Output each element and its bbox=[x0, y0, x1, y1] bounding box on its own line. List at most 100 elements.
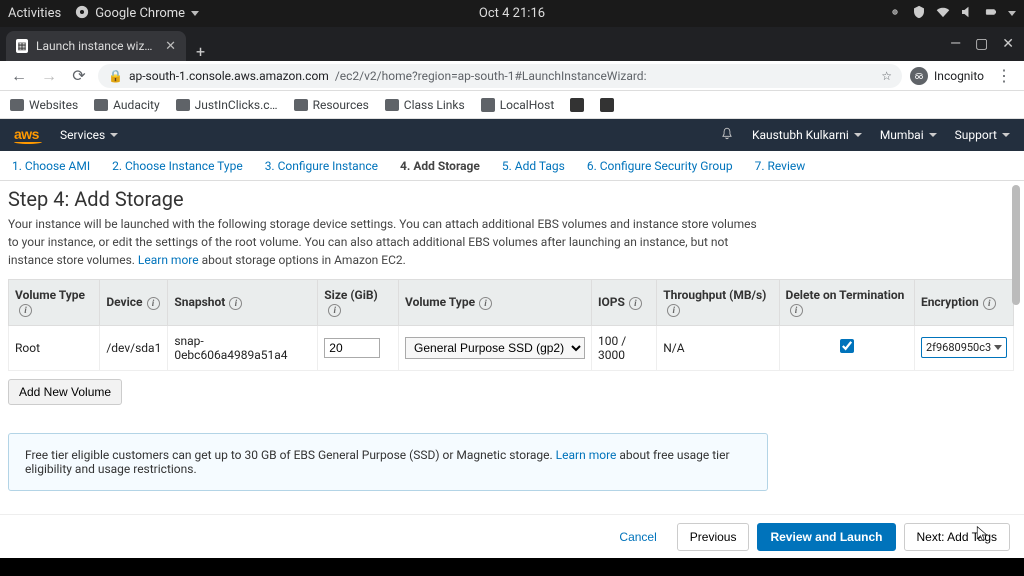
browser-menu-button[interactable]: ⋮ bbox=[992, 66, 1016, 85]
aws-logo[interactable]: aws bbox=[14, 127, 42, 144]
region-label: Mumbai bbox=[880, 128, 924, 142]
col-size: Size (GiB)i bbox=[318, 280, 399, 326]
volume-icon[interactable] bbox=[960, 5, 974, 23]
page-description: Your instance will be launched with the … bbox=[8, 215, 768, 269]
app-menu[interactable]: Google Chrome bbox=[75, 5, 199, 23]
tab-title: Launch instance wizard | E bbox=[36, 39, 157, 53]
previous-button[interactable]: Previous bbox=[677, 523, 750, 551]
folder-icon bbox=[294, 99, 308, 111]
wifi-icon[interactable] bbox=[936, 5, 950, 23]
bookmark-item[interactable]: Audacity bbox=[94, 98, 159, 112]
bookmark-item[interactable]: Resources bbox=[294, 98, 369, 112]
tab-close-icon[interactable]: ✕ bbox=[165, 39, 176, 54]
info-icon[interactable]: i bbox=[229, 297, 242, 310]
col-volume-type2: Volume Typei bbox=[399, 280, 592, 326]
folder-icon bbox=[94, 99, 108, 111]
info-icon[interactable]: i bbox=[983, 297, 996, 310]
support-label: Support bbox=[955, 128, 997, 142]
free-tier-notice: Free tier eligible customers can get up … bbox=[8, 433, 768, 491]
info-icon[interactable]: i bbox=[19, 304, 32, 317]
scrollbar[interactable] bbox=[1012, 181, 1022, 558]
url-host: ap-south-1.console.aws.amazon.com bbox=[129, 69, 329, 83]
aws-top-nav: aws Services Kaustubh Kulkarni Mumbai Su… bbox=[0, 119, 1024, 151]
bookmark-item[interactable]: LocalHost bbox=[481, 98, 555, 112]
col-iops: IOPSi bbox=[592, 280, 657, 326]
privacy-icon[interactable] bbox=[888, 5, 902, 23]
wizard-step-3[interactable]: 3. Configure Instance bbox=[265, 159, 378, 173]
browser-toolbar: ← → ⟳ 🔒 ap-south-1.console.aws.amazon.co… bbox=[0, 61, 1024, 91]
window-minimize-button[interactable]: — bbox=[950, 36, 961, 52]
scrollbar-thumb[interactable] bbox=[1012, 185, 1020, 305]
account-menu[interactable]: Kaustubh Kulkarni bbox=[752, 128, 862, 142]
url-path: /ec2/v2/home?region=ap-south-1#LaunchIns… bbox=[335, 69, 647, 83]
col-delete-on-term: Delete on Terminationi bbox=[779, 280, 914, 326]
wizard-step-5[interactable]: 5. Add Tags bbox=[502, 159, 565, 173]
info-icon[interactable]: i bbox=[328, 304, 341, 317]
bookmark-item[interactable]: Class Links bbox=[385, 98, 465, 112]
site-icon bbox=[570, 98, 584, 112]
info-icon[interactable]: i bbox=[629, 297, 642, 310]
cell-snapshot: snap-0ebc606a4989a51a4 bbox=[168, 325, 318, 370]
delete-on-term-checkbox[interactable] bbox=[840, 339, 854, 353]
url-bar[interactable]: 🔒 ap-south-1.console.aws.amazon.com/ec2/… bbox=[98, 64, 902, 88]
chevron-down-icon bbox=[854, 133, 862, 137]
wizard-tabs: 1. Choose AMI 2. Choose Instance Type 3.… bbox=[0, 151, 1024, 181]
wizard-step-7[interactable]: 7. Review bbox=[755, 159, 806, 173]
storage-table: Volume Typei Devicei Snapshoti Size (GiB… bbox=[8, 279, 1014, 371]
volume-type-select[interactable]: General Purpose SSD (gp2) bbox=[405, 337, 585, 359]
battery-icon[interactable] bbox=[984, 5, 998, 23]
folder-icon bbox=[385, 99, 399, 111]
user-label: Kaustubh Kulkarni bbox=[752, 128, 849, 142]
bookmark-item[interactable] bbox=[570, 98, 584, 112]
learn-more-link[interactable]: Learn more bbox=[138, 253, 199, 267]
wizard-step-2[interactable]: 2. Choose Instance Type bbox=[112, 159, 243, 173]
activities-button[interactable]: Activities bbox=[8, 6, 61, 21]
wizard-content: Step 4: Add Storage Your instance will b… bbox=[0, 181, 1024, 558]
forward-button[interactable]: → bbox=[38, 66, 60, 86]
clock[interactable]: Oct 4 21:16 bbox=[479, 6, 545, 21]
add-volume-button[interactable]: Add New Volume bbox=[8, 379, 122, 405]
notifications-button[interactable] bbox=[720, 127, 734, 144]
next-button[interactable]: Next: Add Tags bbox=[904, 523, 1011, 551]
shield-icon[interactable] bbox=[912, 5, 926, 23]
window-close-button[interactable]: ✕ bbox=[1002, 36, 1014, 52]
incognito-icon bbox=[910, 67, 928, 85]
info-icon[interactable]: i bbox=[667, 304, 680, 317]
wizard-footer: Cancel Previous Review and Launch Next: … bbox=[0, 514, 1024, 558]
incognito-indicator[interactable]: Incognito bbox=[910, 67, 984, 85]
wizard-step-6[interactable]: 6. Configure Security Group bbox=[587, 159, 733, 173]
size-input[interactable] bbox=[324, 338, 380, 358]
lock-icon: 🔒 bbox=[108, 69, 123, 83]
info-icon[interactable]: i bbox=[479, 297, 492, 310]
services-menu[interactable]: Services bbox=[60, 128, 118, 142]
system-menu-chevron-icon[interactable] bbox=[1008, 11, 1016, 16]
bookmark-item[interactable]: JustInClicks.c… bbox=[176, 98, 278, 112]
encryption-select[interactable]: 2f9680950c3 bbox=[921, 337, 1007, 358]
cell-device: /dev/sda1 bbox=[100, 325, 168, 370]
bookmark-item[interactable] bbox=[600, 98, 614, 112]
window-maximize-button[interactable]: ▢ bbox=[975, 36, 988, 52]
review-launch-button[interactable]: Review and Launch bbox=[757, 523, 895, 551]
bookmark-item[interactable]: Websites bbox=[10, 98, 78, 112]
new-tab-button[interactable]: + bbox=[186, 42, 215, 61]
learn-more-link[interactable]: Learn more bbox=[556, 448, 617, 462]
col-device: Devicei bbox=[100, 280, 168, 326]
incognito-label: Incognito bbox=[934, 69, 984, 83]
wizard-step-4[interactable]: 4. Add Storage bbox=[400, 159, 480, 173]
browser-tab[interactable]: ▦ Launch instance wizard | E ✕ bbox=[6, 31, 186, 61]
bookmark-star-icon[interactable]: ☆ bbox=[881, 69, 892, 83]
col-snapshot: Snapshoti bbox=[168, 280, 318, 326]
info-icon[interactable]: i bbox=[790, 304, 803, 317]
site-icon bbox=[600, 98, 614, 112]
region-menu[interactable]: Mumbai bbox=[880, 128, 937, 142]
site-icon bbox=[481, 98, 495, 112]
reload-button[interactable]: ⟳ bbox=[68, 66, 90, 85]
services-label: Services bbox=[60, 128, 105, 142]
cancel-button[interactable]: Cancel bbox=[607, 524, 668, 550]
back-button[interactable]: ← bbox=[8, 66, 30, 86]
info-icon[interactable]: i bbox=[147, 297, 160, 310]
support-menu[interactable]: Support bbox=[955, 128, 1010, 142]
chevron-down-icon bbox=[110, 133, 118, 137]
wizard-step-1[interactable]: 1. Choose AMI bbox=[12, 159, 90, 173]
chevron-down-icon bbox=[994, 345, 1002, 350]
